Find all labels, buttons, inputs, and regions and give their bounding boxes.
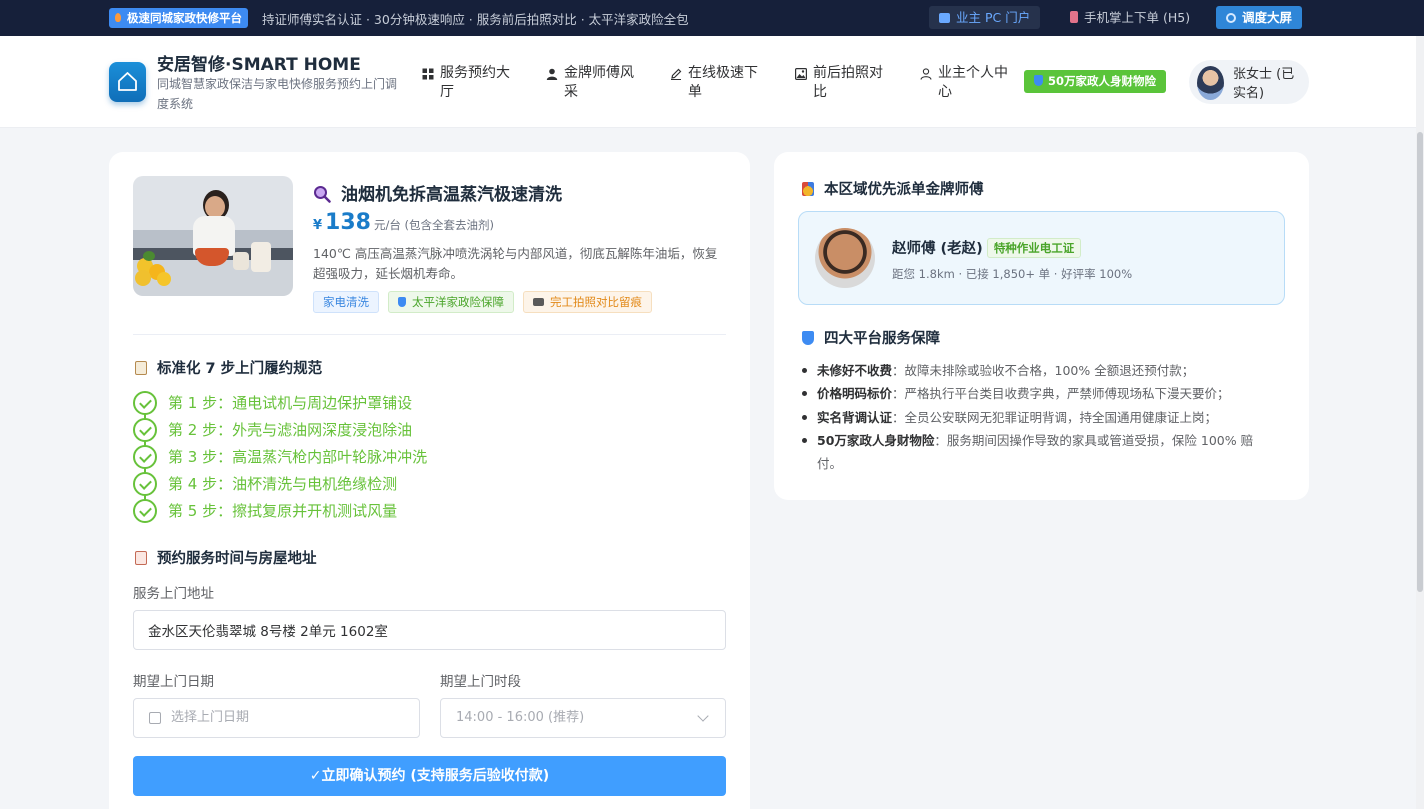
memo-icon [135,551,147,565]
monitor-icon [939,13,950,23]
check-circle-icon [133,471,157,496]
master-info: 距您 1.8km · 已接 1,850+ 单 · 好评率 100% [892,267,1133,281]
nav-item-user-center[interactable]: 业主个人中心 [920,64,1020,102]
user-icon [546,68,558,80]
nav-item-photo-compare[interactable]: 前后拍照对比 [795,64,895,102]
chevron-down-icon [697,710,709,722]
product-tags: 家电清洗 太平洋家政险保障 完工拍照对比留痕 [313,291,652,313]
user-name: 张女士 (已实名) [1233,67,1295,101]
brand-subtitle: 同城智慧家政保洁与家电快修服务预约上门调度系统 [157,77,398,111]
date-picker[interactable]: 选择上门日期 [133,698,420,738]
nav-item-booking-hall[interactable]: 服务预约大厅 [422,64,522,102]
product-description: 140℃ 高压高温蒸汽脉冲喷洗涡轮与内部风道，彻底瓦解陈年油垢，恢复超强吸力，延… [313,246,718,281]
person-icon [920,68,932,80]
step-item: 第 5 步：擦拭复原并开机测试风量 [133,497,427,524]
brand-title: 安居智修·SMART HOME [157,55,361,75]
step-item: 第 3 步：高温蒸汽枪内部叶轮脉冲冲洗 [133,443,427,470]
fire-icon [115,13,121,22]
pc-portal-button[interactable]: 业主 PC 门户 [929,6,1041,29]
master-cert-badge: 特种作业电工证 [986,238,1082,258]
avatar [1197,66,1224,100]
guarantee-section-title: 四大平台服务保障 [802,327,940,348]
shield-icon [398,297,406,307]
steps-section-title: 标准化 7 步上门履约规范 [135,357,322,378]
page-scrollbar[interactable] [1416,36,1424,809]
steps-list: 第 1 步：通电试机与周边保护罩铺设 第 2 步：外壳与滤油网深度浸泡除油 第 … [133,389,427,524]
master-card[interactable]: 赵师傅 (老赵) 特种作业电工证 距您 1.8km · 已接 1,850+ 单 ·… [798,211,1285,305]
confirm-booking-button[interactable]: ✓立即确认预约 (支持服务后验收付款) [133,756,726,796]
scrollbar-thumb[interactable] [1417,132,1423,592]
nav-item-masters[interactable]: 金牌师傅风采 [546,64,646,102]
tag-photo: 完工拍照对比留痕 [523,291,652,313]
logo[interactable] [109,62,146,102]
step-item: 第 4 步：油杯清洗与电机绝缘检测 [133,470,427,497]
list-item: 50万家政人身财物险：服务期间因操作导致的家具或管道受损，保险 100% 赔付。 [802,429,1272,476]
master-name: 赵师傅 (老赵) 特种作业电工证 [892,237,1082,258]
gear-icon [1226,13,1236,23]
master-guarantee-card: 本区域优先派单金牌师傅 赵师傅 (老赵) 特种作业电工证 距您 1.8km · 已… [774,152,1309,500]
medal-icon [802,182,814,196]
h5-order-button[interactable]: 手机掌上下单 (H5) [1060,6,1200,29]
product-image [133,176,293,296]
divider [133,334,726,335]
insurance-badge: 50万家政人身财物险 [1024,70,1167,93]
time-slot-select[interactable]: 14:00 - 16:00 (推荐) [440,698,726,738]
platform-badge: 极速同城家政快修平台 [109,8,248,28]
list-item: 实名背调认证：全员公安联网无犯罪证明背调，持全国通用健康证上岗； [802,406,1272,429]
step-item: 第 1 步：通电试机与周边保护罩铺设 [133,389,427,416]
address-input[interactable] [133,610,726,650]
user-profile-chip[interactable]: 张女士 (已实名) [1189,60,1309,104]
top-announcement-bar: 极速同城家政快修平台 持证师傅实名认证 · 30分钟极速响应 · 服务前后拍照对… [0,0,1424,36]
guarantee-list: 未修好不收费：故障未排除或验收不合格，100% 全额退还预付款； 价格明码标价：… [802,359,1272,475]
nav-item-quick-order[interactable]: 在线极速下单 [670,64,770,102]
check-circle-icon [133,444,157,469]
camera-icon [533,298,544,306]
address-label: 服务上门地址 [133,586,214,602]
master-section-title: 本区域优先派单金牌师傅 [802,178,984,199]
master-avatar [815,228,875,288]
dashboard-button[interactable]: 调度大屏 [1216,6,1303,29]
service-detail-card: 油烟机免拆高温蒸汽极速清洗 ¥138 元/台 (包含全套去油剂) 140℃ 高压高… [109,152,750,809]
check-circle-icon [133,417,157,442]
main-header: 安居智修·SMART HOME 同城智慧家政保洁与家电快修服务预约上门调度系统 … [0,36,1424,128]
shield-icon [1034,75,1043,86]
calendar-icon [149,712,161,724]
step-item: 第 2 步：外壳与滤油网深度浸泡除油 [133,416,427,443]
grid-icon [422,68,434,80]
clipboard-icon [135,361,147,375]
magnifier-icon [314,186,331,203]
date-label: 期望上门日期 [133,674,214,690]
image-icon [795,68,807,80]
announcement-marquee: 持证师傅实名认证 · 30分钟极速响应 · 服务前后拍照对比 · 太平洋家政险全… [262,12,689,27]
booking-section-title: 预约服务时间与房屋地址 [135,547,317,568]
shield-icon [802,331,814,345]
tag-category: 家电清洗 [313,291,379,313]
product-title: 油烟机免拆高温蒸汽极速清洗 [313,180,562,205]
house-icon [118,72,137,91]
slot-label: 期望上门时段 [440,674,521,690]
phone-icon [1070,11,1078,23]
list-item: 价格明码标价：严格执行平台类目收费字典，严禁师傅现场私下漫天要价； [802,382,1272,405]
product-price: ¥138 元/台 (包含全套去油剂) [313,210,494,235]
check-circle-icon [133,390,157,415]
list-item: 未修好不收费：故障未排除或验收不合格，100% 全额退还预付款； [802,359,1272,382]
check-circle-icon [133,498,157,523]
tag-insurance: 太平洋家政险保障 [388,291,514,313]
edit-icon [671,68,682,80]
